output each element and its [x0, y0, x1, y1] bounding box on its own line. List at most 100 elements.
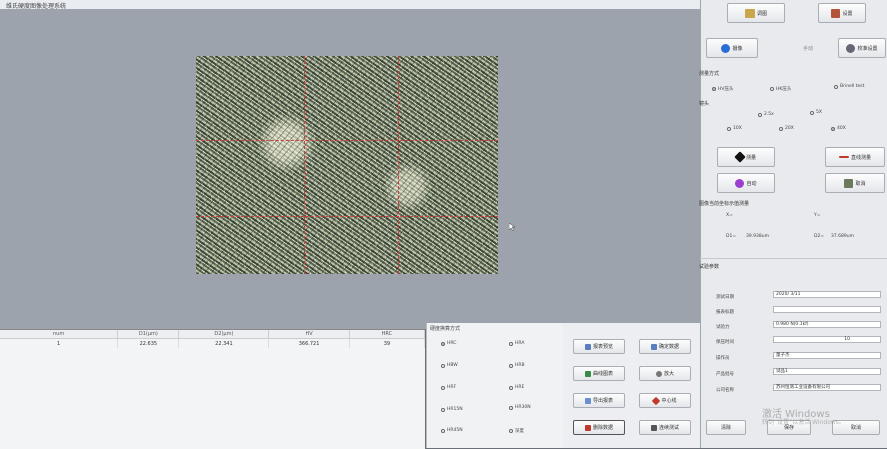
radio-label: 深度	[515, 429, 524, 434]
field-label: 保压时间	[716, 340, 734, 345]
grid-line-horizontal	[196, 140, 498, 141]
batch-number-field[interactable]: 试品1	[773, 368, 881, 375]
chart-button[interactable]: 曲线图表	[573, 366, 625, 381]
d2-value: 37.689um	[831, 234, 854, 239]
confirm-icon	[650, 343, 657, 350]
radio-hv-indenter[interactable]: HV压头	[712, 86, 733, 92]
micrograph-image[interactable]	[196, 56, 498, 274]
settings-button[interactable]: 设置	[818, 3, 866, 23]
capture-button[interactable]: 摄像	[706, 38, 758, 58]
radio-hra[interactable]: HRA	[509, 341, 524, 346]
button-label: 直线测量	[850, 154, 871, 161]
hardness-conversion-group: 硬度换算方式 HRC HRA HBW HRB HRF HRE HR15N HR3…	[426, 323, 564, 448]
grid-line-vertical	[304, 56, 305, 274]
radio-label: HBW	[447, 363, 458, 368]
cancel-measure-button[interactable]: 取消	[825, 173, 885, 193]
radio-label: HK压头	[776, 87, 792, 92]
d2-label: D2=	[814, 234, 825, 239]
operator-field[interactable]: 量子杰	[773, 352, 881, 359]
calibration-button[interactable]: 校准设置	[838, 38, 886, 58]
table-cell: 39	[349, 338, 426, 348]
radio-dot-icon	[712, 87, 716, 91]
company-name-field[interactable]: 苏州恒测工业设备有限公司	[773, 384, 881, 391]
button-label: 取消	[850, 425, 861, 431]
d1-value: 39.938um	[746, 234, 769, 239]
radio-brinell[interactable]: Brinell test	[834, 84, 864, 89]
continuous-test-button[interactable]: 连续测试	[639, 420, 691, 435]
radio-hrb[interactable]: HRB	[509, 363, 525, 368]
report-title-field[interactable]	[773, 306, 881, 313]
radio-lens-5x[interactable]: 5X	[810, 110, 822, 115]
report-preview-button[interactable]: 报表预览	[573, 339, 625, 354]
radio-dot-icon	[441, 428, 445, 433]
radio-depth[interactable]: 深度	[509, 428, 524, 434]
table-row[interactable]: 1 22.635 22.341 366.721 39	[0, 338, 426, 348]
info-title: 试验参数	[699, 264, 720, 270]
radio-hre[interactable]: HRE	[509, 385, 524, 390]
radio-dot-icon	[509, 405, 513, 410]
x-label: X=	[726, 213, 733, 218]
radio-label: 40X	[837, 126, 846, 131]
radio-dot-icon	[509, 429, 513, 433]
field-label: 产品批号	[716, 372, 734, 377]
radio-lens-20x[interactable]: 20X	[779, 126, 794, 131]
settings-icon	[831, 8, 841, 18]
test-date-field[interactable]: 2020/ 3/11	[773, 291, 881, 298]
radio-dot-icon	[834, 84, 838, 89]
button-label: 导出报表	[592, 398, 613, 404]
button-label: 曲线图表	[592, 371, 613, 377]
radio-lens-10x[interactable]: 10X	[727, 126, 742, 131]
auto-button[interactable]: 自动	[717, 173, 775, 193]
right-control-panel	[700, 0, 887, 448]
center-line-button[interactable]: 中心线	[639, 393, 691, 408]
radio-hr15n[interactable]: HR15N	[441, 407, 463, 412]
radio-lens-40x[interactable]: 40X	[831, 126, 846, 131]
radio-hr30n[interactable]: HR30N	[509, 405, 531, 410]
line-measure-button[interactable]: 直线测量	[825, 147, 885, 167]
field-label: 报表标题	[716, 310, 734, 315]
d1-label: D1=	[726, 234, 737, 239]
radio-hrc[interactable]: HRC	[441, 341, 456, 346]
delete-data-button[interactable]: 删除数据	[573, 420, 625, 435]
micrograph-texture	[196, 56, 498, 274]
chart-icon	[584, 370, 591, 377]
window-titlebar: 维氏硬度图像处理系统	[0, 0, 700, 10]
delete-icon	[584, 424, 591, 431]
column-header: D1(μm)	[117, 330, 180, 339]
radio-hbw[interactable]: HBW	[441, 363, 458, 368]
radio-label: HRB	[515, 363, 525, 368]
radio-hr45n[interactable]: HR45N	[441, 428, 463, 433]
measure-button[interactable]: 测量	[717, 147, 775, 167]
lens-title: 镜头	[699, 101, 710, 107]
button-label: 校准设置	[857, 45, 878, 52]
radio-hk-indenter[interactable]: HK压头	[770, 86, 791, 92]
zoom-button[interactable]: 放大	[639, 366, 691, 381]
radio-dot-icon	[758, 112, 762, 117]
clear-button[interactable]: 清除	[706, 420, 746, 435]
dwell-time-field[interactable]: 10	[773, 336, 881, 343]
column-header: HV	[268, 330, 350, 339]
test-force-select[interactable]: 0.980 N(0.1kf)	[773, 321, 881, 328]
radio-label: 5X	[816, 110, 822, 115]
magnifier-icon	[655, 370, 662, 377]
button-label: 报表预览	[592, 344, 613, 350]
button-label: 清除	[720, 425, 731, 431]
export-icon	[584, 397, 591, 404]
button-label: 取消	[855, 180, 866, 187]
export-report-button[interactable]: 导出报表	[573, 393, 625, 408]
grid-line-vertical	[398, 56, 399, 274]
button-label: 放大	[663, 371, 674, 377]
diamond-icon	[652, 396, 661, 405]
radio-dot-icon	[831, 126, 835, 131]
radio-label: HRF	[447, 385, 457, 390]
radio-dot-icon	[509, 341, 513, 346]
radio-lens-2-5x[interactable]: 2.5x	[758, 112, 774, 117]
column-header: num	[0, 330, 119, 339]
cancel-icon	[844, 178, 854, 188]
confirm-data-button[interactable]: 确定数据	[639, 339, 691, 354]
button-label: 摄像	[732, 45, 743, 52]
load-image-button[interactable]: 调图	[727, 3, 785, 23]
radio-hrf[interactable]: HRF	[441, 385, 456, 390]
line-icon	[838, 156, 849, 158]
result-title: 图像当前坐标示值测量	[699, 201, 750, 207]
